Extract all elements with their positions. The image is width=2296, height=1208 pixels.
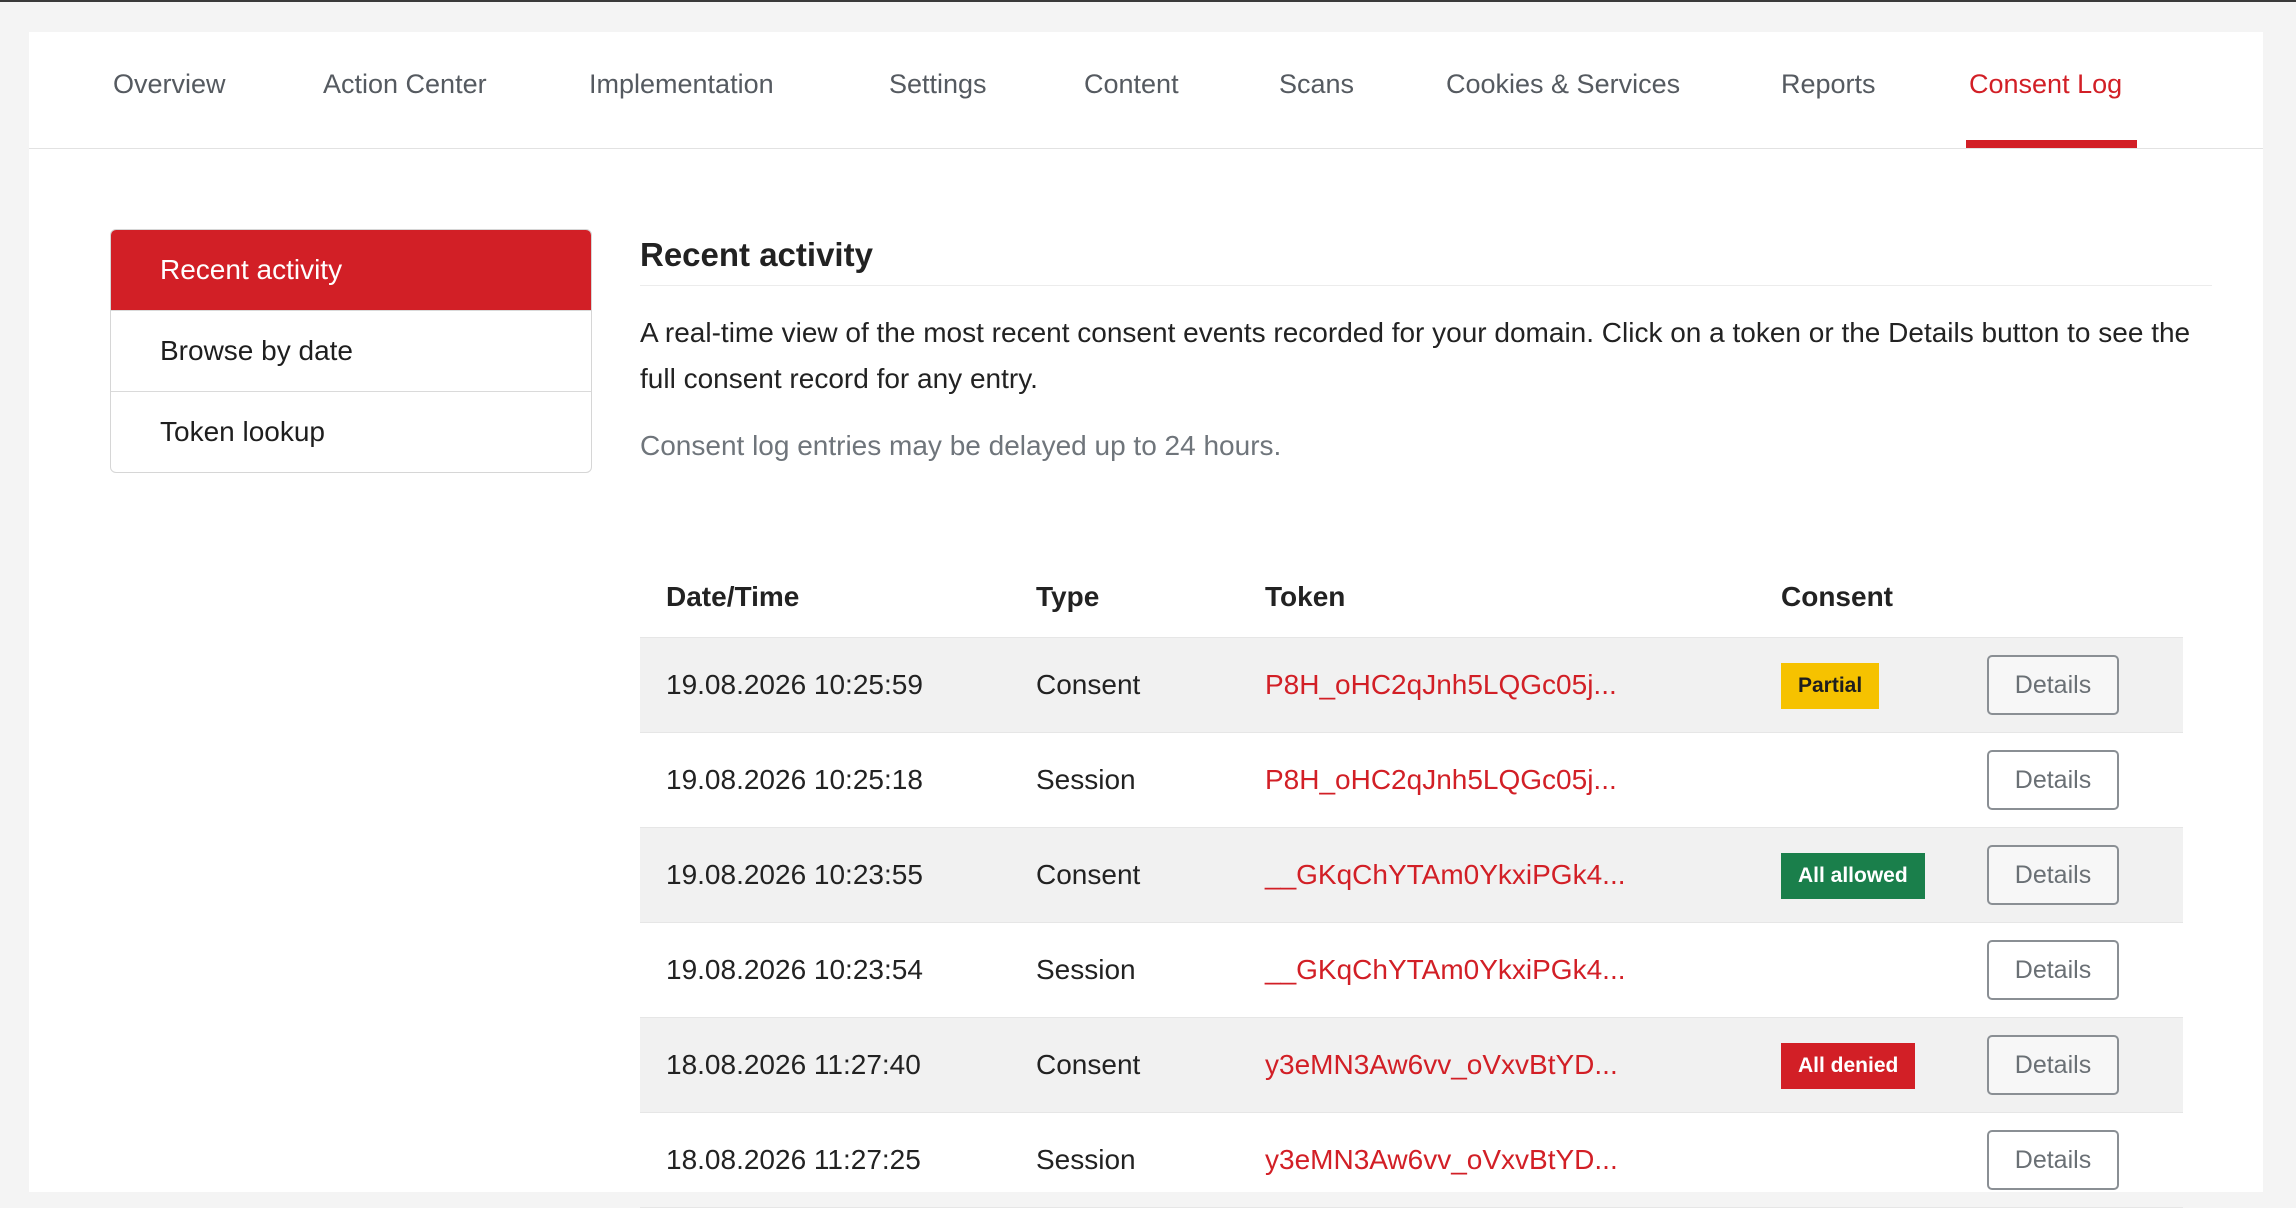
active-tab-indicator [1966,140,2137,148]
consent-log-table: Date/Time Type Token Consent 19.08.2026 … [640,557,2183,1208]
side-menu-recent-activity[interactable]: Recent activity [111,230,591,310]
main-content: Recent activity A real-time view of the … [640,229,2212,1208]
side-menu-token-lookup[interactable]: Token lookup [111,391,591,472]
tab-content[interactable]: Content [1084,26,1179,142]
row-datetime: 19.08.2026 10:23:55 [666,859,923,890]
row-datetime: 18.08.2026 11:27:40 [666,1049,921,1080]
row-token-link[interactable]: P8H_oHC2qJnh5LQGc05j... [1265,638,1617,732]
table-row: 19.08.2026 10:23:55 Consent __GKqChYTAm0… [640,828,2183,923]
details-button[interactable]: Details [1987,940,2119,1000]
details-button[interactable]: Details [1987,1130,2119,1190]
table-row: 19.08.2026 10:23:54 Session __GKqChYTAm0… [640,923,2183,1018]
table-row: 19.08.2026 10:25:59 Consent P8H_oHC2qJnh… [640,638,2183,733]
row-token-link[interactable]: __GKqChYTAm0YkxiPGk4... [1265,923,1626,1017]
table-row: 19.08.2026 10:25:18 Session P8H_oHC2qJnh… [640,733,2183,828]
details-button[interactable]: Details [1987,750,2119,810]
row-datetime: 19.08.2026 10:25:18 [666,764,923,795]
row-type: Session [1036,954,1136,985]
tab-action-center[interactable]: Action Center [323,26,487,142]
tab-bar: Overview Action Center Implementation Se… [29,32,2263,149]
details-button[interactable]: Details [1987,1035,2119,1095]
tab-scans[interactable]: Scans [1279,26,1354,142]
page-description: A real-time view of the most recent cons… [640,317,2191,394]
tab-consent-log[interactable]: Consent Log [1969,26,2122,142]
row-type: Consent [1036,1049,1141,1080]
table-header: Date/Time Type Token Consent [640,557,2183,638]
header-consent: Consent [1781,581,1893,612]
consent-badge-all-allowed: All allowed [1781,853,1925,899]
row-type: Consent [1036,669,1141,700]
table-row: 18.08.2026 11:27:25 Session y3eMN3Aw6vv_… [640,1113,2183,1208]
header-token: Token [1265,581,1346,612]
row-datetime: 19.08.2026 10:23:54 [666,954,923,985]
header-type: Type [1036,581,1100,612]
row-token-link[interactable]: P8H_oHC2qJnh5LQGc05j... [1265,733,1617,827]
header-datetime: Date/Time [666,581,800,612]
row-token-link[interactable]: __GKqChYTAm0YkxiPGk4... [1265,828,1626,922]
row-type: Session [1036,1144,1136,1175]
row-datetime: 19.08.2026 10:25:59 [666,669,923,700]
window-top-border [0,0,2296,2]
page-title: Recent activity [640,229,2212,286]
tab-overview[interactable]: Overview [113,26,226,142]
table-row: 18.08.2026 11:27:40 Consent y3eMN3Aw6vv_… [640,1018,2183,1113]
tab-implementation[interactable]: Implementation [589,26,774,142]
consent-badge-all-denied: All denied [1781,1043,1916,1089]
details-button[interactable]: Details [1987,845,2119,905]
consent-badge-partial: Partial [1781,663,1880,709]
row-type: Session [1036,764,1136,795]
side-menu: Recent activity Browse by date Token loo… [110,229,592,473]
side-menu-browse-by-date[interactable]: Browse by date [111,310,591,391]
row-token-link[interactable]: y3eMN3Aw6vv_oVxvBtYD... [1265,1018,1618,1112]
content-card: Overview Action Center Implementation Se… [29,32,2263,1208]
tab-settings[interactable]: Settings [889,26,987,142]
tab-reports[interactable]: Reports [1781,26,1876,142]
row-datetime: 18.08.2026 11:27:25 [666,1144,921,1175]
details-button[interactable]: Details [1987,655,2119,715]
tab-cookies-services[interactable]: Cookies & Services [1446,26,1680,142]
delay-note: Consent log entries may be delayed up to… [640,430,1282,461]
row-token-link[interactable]: y3eMN3Aw6vv_oVxvBtYD... [1265,1113,1618,1207]
row-type: Consent [1036,859,1141,890]
